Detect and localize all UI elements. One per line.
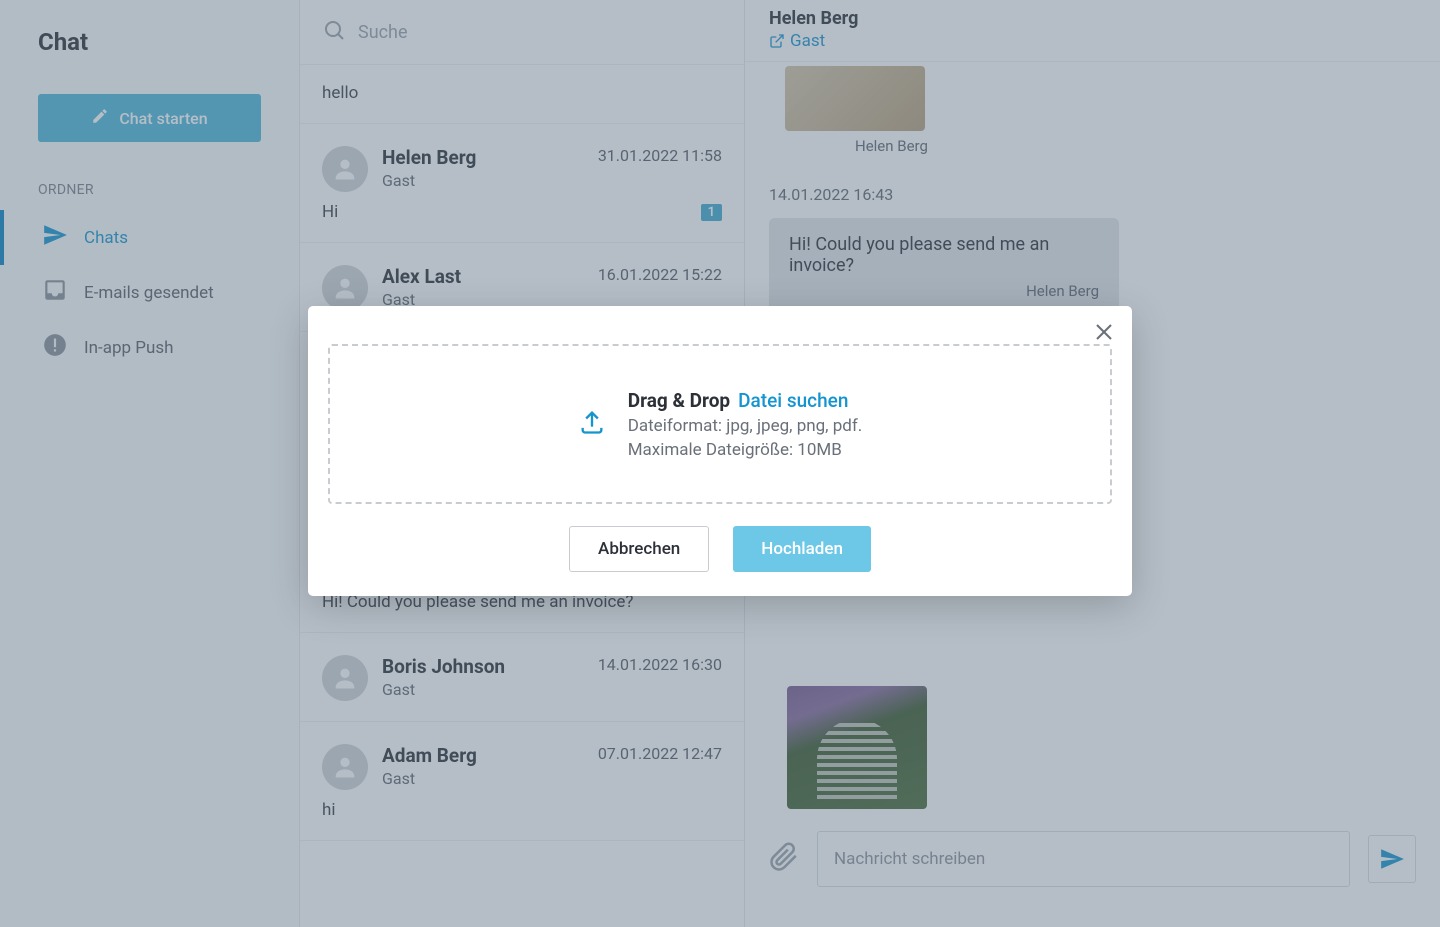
file-size-hint: Maximale Dateigröße: 10MB (628, 440, 863, 460)
file-format-hint: Dateiformat: jpg, jpeg, png, pdf. (628, 416, 863, 436)
upload-icon (578, 408, 606, 440)
upload-modal: Drag & Drop Datei suchen Dateiformat: jp… (308, 306, 1132, 596)
cancel-button[interactable]: Abbrechen (569, 526, 709, 572)
dropzone[interactable]: Drag & Drop Datei suchen Dateiformat: jp… (328, 344, 1112, 504)
upload-button[interactable]: Hochladen (733, 526, 871, 572)
browse-file-link[interactable]: Datei suchen (738, 389, 848, 412)
drag-drop-label: Drag & Drop (628, 389, 730, 412)
close-icon[interactable] (1092, 320, 1116, 344)
modal-overlay[interactable]: Drag & Drop Datei suchen Dateiformat: jp… (0, 0, 1440, 927)
